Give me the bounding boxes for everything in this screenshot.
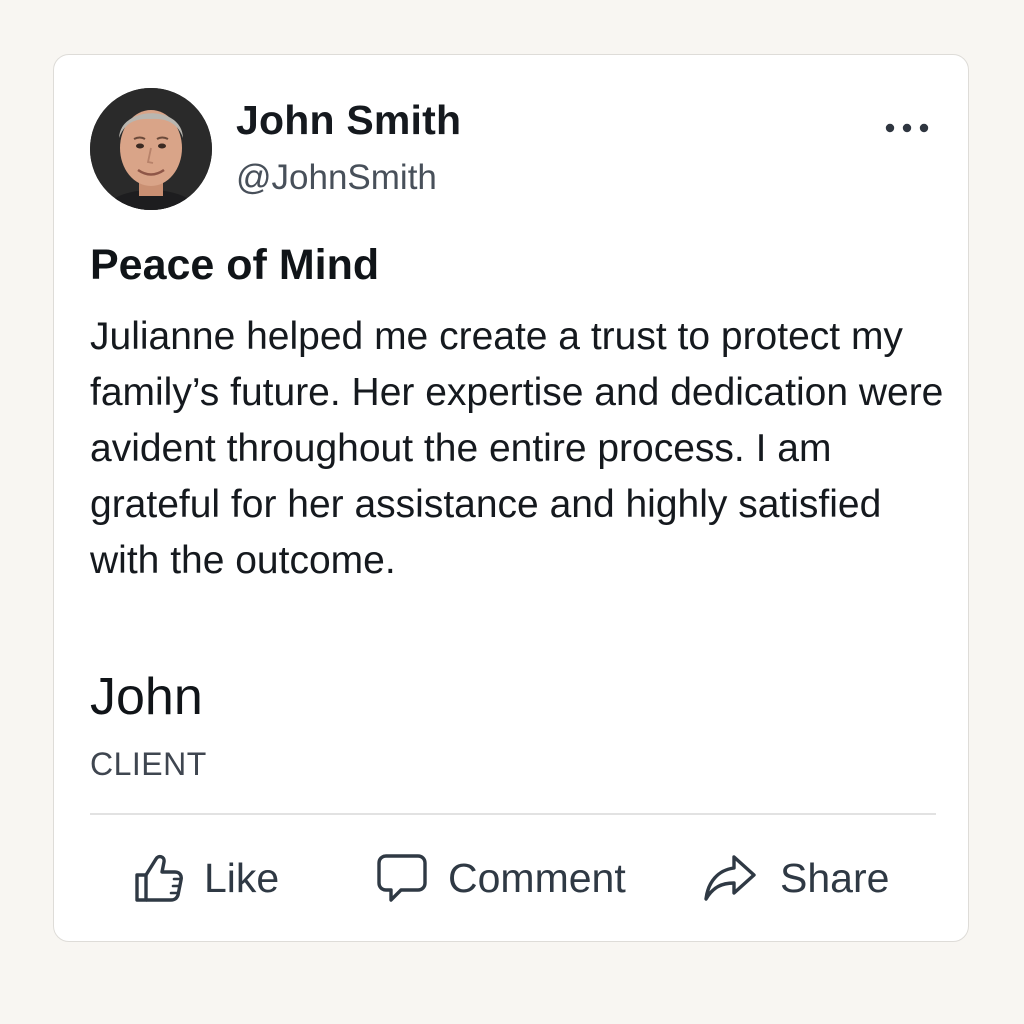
- share-label: Share: [780, 854, 890, 901]
- like-label: Like: [204, 854, 280, 901]
- comment-button[interactable]: Comment: [376, 845, 626, 911]
- user-avatar-icon: [90, 88, 212, 210]
- role-label: CLIENT: [90, 746, 207, 782]
- post-body: Julianne helped me create a trust to pro…: [90, 315, 944, 582]
- like-button[interactable]: Like: [130, 845, 279, 911]
- share-button[interactable]: Share: [702, 845, 889, 911]
- testimonial-post-card: John Smith @JohnSmith Peace of Mind Juli…: [53, 54, 969, 942]
- author-name[interactable]: John Smith: [236, 97, 461, 144]
- author-handle[interactable]: @JohnSmith: [236, 158, 437, 198]
- signature: John: [90, 668, 203, 726]
- post-title: Peace of Mind: [90, 241, 380, 289]
- avatar[interactable]: [90, 88, 212, 210]
- thumbs-up-icon: [130, 850, 186, 906]
- more-options-button[interactable]: [879, 110, 935, 146]
- speech-bubble-icon: [376, 851, 428, 905]
- more-options-icon: [885, 123, 929, 133]
- comment-label: Comment: [448, 854, 626, 901]
- share-arrow-icon: [702, 852, 758, 904]
- divider: [90, 813, 936, 815]
